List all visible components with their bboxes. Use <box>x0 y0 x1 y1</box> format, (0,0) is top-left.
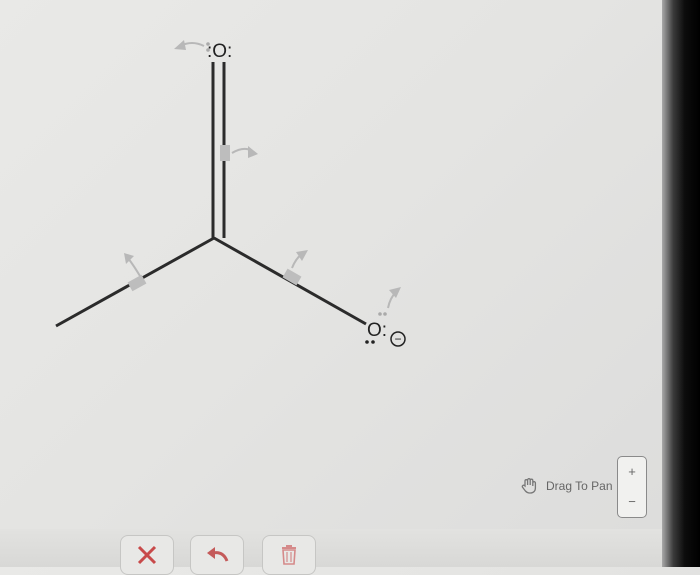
arrow-handle-co-bond[interactable] <box>291 250 308 269</box>
zoom-out-button[interactable]: − <box>628 495 636 509</box>
negative-charge-badge: − <box>390 331 406 347</box>
lone-pair-dot <box>206 48 210 52</box>
x-icon <box>137 545 157 565</box>
zoom-control: + − <box>617 456 647 518</box>
lone-pair-dot <box>383 312 387 316</box>
lone-pair-dot <box>378 312 382 316</box>
anion-oxygen[interactable]: O: <box>367 320 387 341</box>
arrow-handle-anion-o[interactable] <box>387 287 401 309</box>
arrow-handle-double-bond[interactable] <box>231 146 258 158</box>
bottom-toolbar <box>0 529 662 575</box>
trash-icon <box>282 545 296 565</box>
molecule-svg: :O: O: − <box>55 40 406 347</box>
delete-button[interactable] <box>262 535 316 575</box>
zoom-in-button[interactable]: + <box>628 465 636 479</box>
drag-to-pan-label: Drag To Pan <box>546 479 613 493</box>
drag-to-pan[interactable]: Drag To Pan <box>520 476 613 496</box>
undo-arrow-icon <box>207 547 229 562</box>
bond-handle-double[interactable] <box>220 145 230 161</box>
undo-button[interactable] <box>190 535 244 575</box>
hand-icon <box>521 478 537 494</box>
lone-pair-dot <box>371 340 375 344</box>
clear-button[interactable] <box>120 535 174 575</box>
screen-bezel <box>662 0 700 567</box>
drawing-canvas[interactable]: :O: O: − Drag To Pan + − <box>0 0 662 530</box>
arrow-handle-methyl-bond[interactable] <box>124 253 141 277</box>
carbonyl-oxygen[interactable]: :O: <box>207 41 232 62</box>
lone-pair-dot <box>206 42 210 46</box>
arrow-handle-carbonyl-o[interactable] <box>174 40 205 50</box>
lone-pair-dot <box>365 340 369 344</box>
charge-symbol: − <box>394 332 401 346</box>
